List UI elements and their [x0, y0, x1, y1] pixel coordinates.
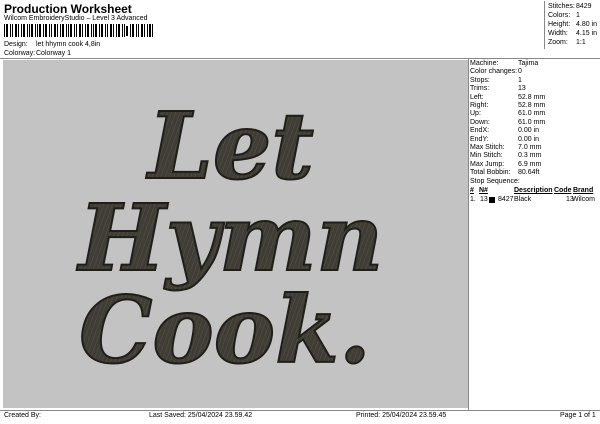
stats-box: Stitches: 8429 Colors: 1 Height: 4.80 in… — [544, 1, 599, 49]
stop-sequence-brand: Wilcom — [572, 196, 595, 204]
machine-info-value: 80.64ft — [518, 169, 540, 177]
machine-info-label: Color changes: — [470, 68, 518, 76]
machine-info-value: 52.8 mm — [518, 93, 546, 101]
machine-info-value: Tajima — [518, 60, 539, 67]
stop-sequence-header: Brand — [573, 187, 594, 195]
machine-info-label: Min Stitch: — [470, 152, 503, 160]
machine-info-label: Up: — [470, 110, 481, 118]
machine-info-value: 0.00 in — [518, 127, 540, 135]
thread-color-swatch — [489, 197, 495, 204]
barcode — [4, 24, 153, 37]
page-number: Page 1 of 1 — [560, 412, 596, 419]
machine-info-value: 6.9 mm — [518, 160, 542, 168]
design-preview: Let Hymn Cook. — [3, 60, 468, 408]
machine-info-label: Trims: — [470, 85, 490, 93]
machine-info-label: Down: — [470, 118, 490, 126]
machine-info-value: 0.00 in — [518, 135, 540, 143]
colorway-value: Colorway 1 — [36, 50, 72, 57]
height-value: 4.80 in — [576, 21, 598, 28]
machine-info-label: Total Bobbin: — [470, 169, 511, 177]
machine-info-value: 7.0 mm — [518, 144, 542, 151]
width-label: Width: — [548, 30, 568, 37]
design-label: Design: — [4, 41, 28, 48]
machine-info-value: 61.0 mm — [518, 118, 546, 126]
machine-info-label: Max Stitch: — [470, 144, 505, 151]
stop-sequence-stitches: 8427 — [498, 196, 514, 204]
stitches-value: 8429 — [576, 3, 592, 10]
zoom-value: 1:1 — [576, 39, 586, 46]
width-value: 4.15 in — [576, 30, 598, 37]
machine-info-value: 61.0 mm — [518, 110, 546, 118]
machine-info-value: 1 — [518, 76, 522, 84]
stop-sequence-description: Black — [514, 196, 532, 204]
stop-sequence-header: Description — [514, 187, 553, 195]
printed-date: Printed: 25/04/2024 23.59.45 — [356, 412, 447, 419]
machine-info-value: 52.8 mm — [518, 102, 546, 109]
height-label: Height: — [548, 21, 571, 28]
machine-info-value: 0.3 mm — [518, 152, 542, 160]
machine-info-value: 0 — [518, 68, 522, 76]
stop-sequence-header: Code — [554, 187, 572, 195]
colorway-label: Colorway: — [4, 50, 36, 57]
header-divider — [0, 58, 600, 59]
embroidery-design: Let Hymn Cook. — [75, 91, 385, 385]
design-text-line3: Cook. — [79, 276, 371, 384]
machine-info-label: Machine: — [470, 60, 499, 67]
stop-sequence-n: 13 — [480, 196, 488, 204]
software-subtitle: Wilcom EmbroideryStudio – Level 3 Advanc… — [4, 15, 148, 22]
footer-divider — [0, 410, 600, 411]
machine-info-label: Left: — [470, 93, 484, 101]
machine-info-label: Stops: — [470, 76, 490, 84]
stop-sequence-title: Stop Sequence: — [470, 178, 520, 186]
page-title: Production Worksheet — [4, 2, 132, 16]
last-saved: Last Saved: 25/04/2024 23.59.42 — [149, 412, 253, 419]
stop-sequence-header: # — [470, 187, 474, 195]
machine-info-label: Right: — [470, 102, 489, 109]
colors-value: 1 — [576, 12, 580, 19]
machine-info-panel: Machine: Tajima Color changes: 0 Stops: 1 Trim… — [469, 60, 598, 408]
machine-info-value: 13 — [518, 85, 526, 93]
colors-label: Colors: — [548, 12, 571, 19]
stitches-label: Stitches: — [548, 3, 575, 10]
design-value: let hhymn cook 4,8in — [36, 41, 101, 48]
created-by: Created By: — [4, 412, 41, 419]
zoom-label: Zoom: — [548, 39, 568, 46]
stop-sequence-num: 1. — [470, 196, 476, 204]
machine-info-label: EndX: — [470, 127, 490, 135]
machine-info-label: Max Jump: — [470, 160, 505, 168]
machine-info-label: EndY: — [470, 135, 489, 143]
stop-sequence-header: N# — [479, 187, 488, 195]
